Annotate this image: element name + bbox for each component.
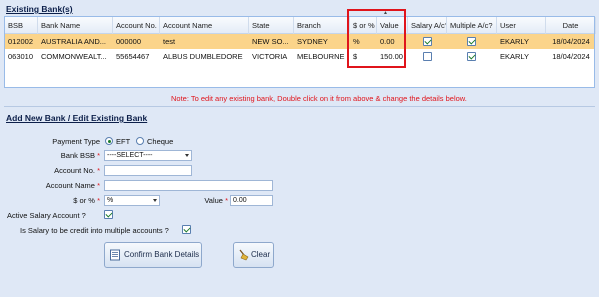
- required-mark: *: [97, 181, 100, 190]
- confirm-button-label: Confirm Bank Details: [124, 250, 200, 259]
- account-no-label-text: Account No.: [54, 166, 95, 175]
- col-salary[interactable]: Salary A/c?: [408, 17, 447, 34]
- active-salary-checkbox[interactable]: [104, 210, 113, 219]
- type-value: %: [107, 197, 114, 204]
- payment-eft-radio[interactable]: [105, 137, 113, 145]
- multiple-checkbox[interactable]: [467, 37, 476, 46]
- type-select[interactable]: %: [104, 195, 160, 206]
- required-mark: *: [225, 196, 228, 205]
- col-date[interactable]: Date: [546, 17, 596, 34]
- broom-icon: [239, 249, 249, 261]
- cell-bsb: 012002: [8, 37, 34, 46]
- bank-bsb-select[interactable]: ----SELECT----: [104, 150, 192, 161]
- salary-checkbox[interactable]: [423, 52, 432, 61]
- existing-banks-title: Existing Bank(s): [6, 4, 73, 14]
- cell-state: NEW SO...: [252, 37, 289, 46]
- clear-button-label: Clear: [251, 250, 271, 259]
- required-mark: *: [97, 196, 100, 205]
- cell-bsb: 063010: [8, 52, 34, 61]
- value-label-text: Value: [204, 196, 223, 205]
- type-label-text: $ or %: [73, 196, 95, 205]
- clear-button[interactable]: Clear: [233, 242, 274, 268]
- account-name-label: Account Name *: [20, 181, 100, 190]
- table-row[interactable]: 063010 COMMONWEALT... 55654467 ALBUS DUM…: [5, 49, 594, 64]
- cell-date: 18/04/2024: [552, 52, 590, 61]
- value-field[interactable]: 0.00: [230, 195, 273, 206]
- payment-type-label: Payment Type: [52, 137, 100, 146]
- value-label: Value *: [190, 196, 228, 205]
- cell-account-name: test: [163, 37, 176, 46]
- section-divider: [4, 106, 595, 107]
- cell-user: EKARLY: [500, 37, 530, 46]
- payment-cheque-label: Cheque: [147, 137, 174, 146]
- table-row[interactable]: 012002 AUSTRALIA AND... 000000 test NEW …: [5, 34, 594, 49]
- chevron-down-icon: [153, 199, 157, 202]
- cell-account-name: ALBUS DUMBLEDORE: [163, 52, 243, 61]
- cell-account-no: 55654467: [116, 52, 150, 61]
- col-account-name[interactable]: Account Name: [160, 17, 249, 34]
- col-bsb[interactable]: BSB: [5, 17, 38, 34]
- highlight-box: [347, 9, 406, 68]
- account-no-field[interactable]: [104, 165, 192, 176]
- chevron-down-icon: [185, 154, 189, 157]
- form-title: Add New Bank / Edit Existing Bank: [6, 113, 148, 123]
- payment-eft-label: EFT: [116, 137, 131, 146]
- bank-bsb-label: Bank BSB *: [30, 151, 100, 160]
- col-user[interactable]: User: [497, 17, 546, 34]
- required-mark: *: [97, 166, 100, 175]
- type-label: $ or % *: [30, 196, 100, 205]
- cell-branch: MELBOURNE: [297, 52, 345, 61]
- multiple-checkbox[interactable]: [467, 52, 476, 61]
- col-branch[interactable]: Branch: [294, 17, 350, 34]
- cell-bank-name: AUSTRALIA AND...: [41, 37, 107, 46]
- col-account-no[interactable]: Account No.: [113, 17, 160, 34]
- existing-banks-grid[interactable]: BSB Bank Name Account No. Account Name S…: [4, 16, 596, 88]
- active-salary-label: Active Salary Account ?: [7, 211, 86, 220]
- bank-bsb-label-text: Bank BSB: [60, 151, 95, 160]
- bank-bsb-value: ----SELECT----: [107, 152, 153, 159]
- cell-bank-name: COMMONWEALT...: [41, 52, 107, 61]
- multiple-accounts-label: Is Salary to be credit into multiple acc…: [20, 226, 169, 235]
- payment-cheque-radio[interactable]: [136, 137, 144, 145]
- col-bank-name[interactable]: Bank Name: [38, 17, 113, 34]
- account-name-field[interactable]: [104, 180, 273, 191]
- cell-user: EKARLY: [500, 52, 530, 61]
- account-no-label: Account No. *: [30, 166, 100, 175]
- confirm-bank-details-button[interactable]: Confirm Bank Details: [104, 242, 202, 268]
- required-mark: *: [97, 151, 100, 160]
- cell-branch: SYDNEY: [297, 37, 328, 46]
- cell-state: VICTORIA: [252, 52, 288, 61]
- grid-header: BSB Bank Name Account No. Account Name S…: [5, 17, 596, 34]
- col-state[interactable]: State: [249, 17, 294, 34]
- account-name-label-text: Account Name: [45, 181, 95, 190]
- edit-note: Note: To edit any existing bank, Double …: [171, 94, 467, 103]
- document-icon: [110, 249, 120, 261]
- cell-date: 18/04/2024: [552, 37, 590, 46]
- salary-checkbox[interactable]: [423, 37, 432, 46]
- multiple-accounts-checkbox[interactable]: [182, 225, 191, 234]
- col-multiple[interactable]: Multiple A/c?: [447, 17, 497, 34]
- cell-account-no: 000000: [116, 37, 142, 46]
